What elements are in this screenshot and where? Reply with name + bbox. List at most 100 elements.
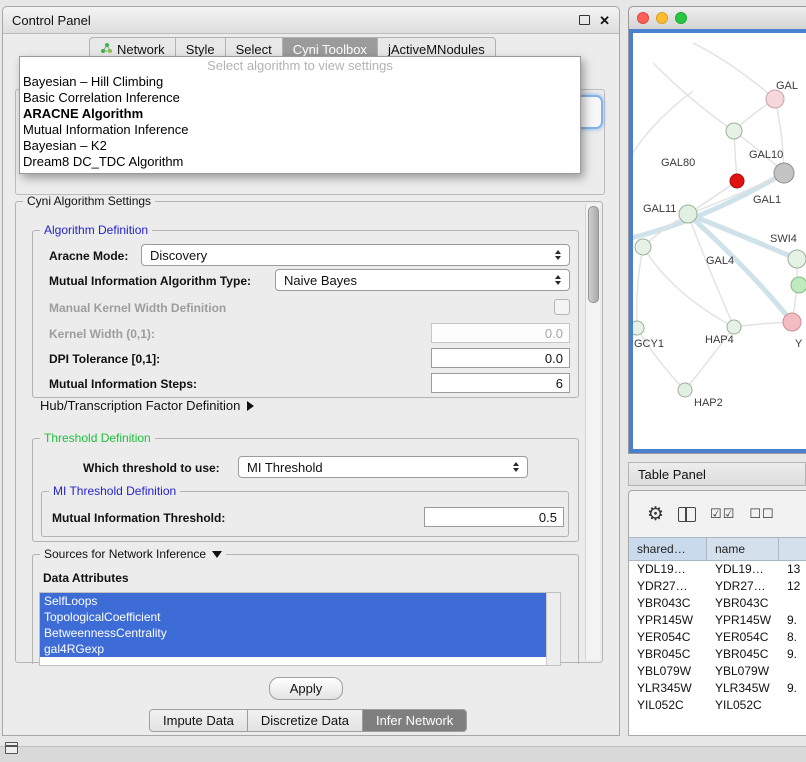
manual-kernel-width-checkbox[interactable]	[554, 299, 570, 315]
table-cell: 13	[779, 561, 806, 578]
algorithm-option[interactable]: Basic Correlation Inference	[20, 90, 580, 106]
which-threshold-combobox[interactable]: MI Threshold	[238, 456, 528, 478]
table-row[interactable]: YPR145WYPR145W9.	[629, 612, 806, 629]
table-cell: YDL19…	[707, 561, 779, 578]
table-cell	[779, 697, 806, 714]
threshold-definition-title: Threshold Definition	[40, 431, 155, 445]
table-body: YDL19…YDL19…13YDR27…YDR27…12YBR043CYBR04…	[629, 561, 806, 736]
cyni-algorithm-settings-group: Cyni Algorithm Settings Algorithm Defini…	[15, 201, 603, 663]
minimize-window-icon[interactable]	[656, 12, 668, 24]
control-panel-window: Control Panel ✕ NetworkStyleSelectCyni T…	[2, 6, 620, 736]
settings-scrollbar[interactable]	[585, 204, 600, 660]
network-node[interactable]	[730, 174, 744, 188]
network-node[interactable]	[774, 163, 794, 183]
restore-panel-icon[interactable]	[5, 742, 18, 754]
table-cell: YER054C	[629, 629, 707, 646]
close-window-icon[interactable]	[637, 12, 649, 24]
network-node[interactable]	[791, 277, 806, 293]
network-graph[interactable]: GALGAL80GAL10GAL11GAL1SWI4GAL4GCY1HAP4HA…	[633, 33, 806, 453]
node-label: HAP2	[694, 397, 723, 409]
tab-discretize-data[interactable]: Discretize Data	[248, 710, 363, 731]
network-node[interactable]	[726, 123, 742, 139]
tab-impute-data[interactable]: Impute Data	[150, 710, 248, 731]
table-row[interactable]: YER054CYER054C8.	[629, 629, 806, 646]
mi-threshold-group: MI Threshold Definition Mutual Informati…	[41, 491, 569, 537]
network-edge	[653, 63, 734, 131]
settings-scrollbar-thumb[interactable]	[588, 206, 599, 303]
attribute-item-selected[interactable]: SelfLoops	[40, 593, 560, 609]
tab-label: Network	[117, 42, 165, 57]
table-cell: 9.	[779, 680, 806, 697]
select-all-columns-icon[interactable]: ☑☑	[710, 506, 735, 522]
attributes-scrollbar[interactable]	[546, 593, 560, 665]
network-node[interactable]	[635, 239, 651, 255]
node-label: GAL11	[643, 203, 676, 215]
node-label: GAL4	[706, 255, 734, 267]
table-row[interactable]: YIL052CYIL052C	[629, 697, 806, 714]
mi-algorithm-type-combobox[interactable]: Naive Bayes	[275, 269, 570, 291]
table-header-row: shared… name	[629, 537, 806, 561]
table-row[interactable]: YBR043CYBR043C	[629, 595, 806, 612]
table-panel-header: Table Panel	[628, 462, 806, 486]
table-panel-window: ⚙ ☑☑ ☐☐ shared… name YDL19…YDL19…13YDR27…	[628, 490, 806, 736]
deselect-all-columns-icon[interactable]: ☐☐	[749, 506, 774, 522]
network-node[interactable]	[783, 313, 801, 331]
network-node[interactable]	[727, 320, 741, 334]
apply-button[interactable]: Apply	[269, 677, 343, 700]
attribute-item-selected[interactable]: TopologicalCoefficient	[40, 609, 560, 625]
column-header-clipped[interactable]	[779, 538, 806, 560]
kernel-width-input[interactable]	[431, 323, 570, 343]
table-toolbar: ⚙ ☑☑ ☐☐	[629, 491, 806, 537]
node-label: SWI4	[770, 233, 797, 245]
table-cell: YPR145W	[629, 612, 707, 629]
algorithm-option[interactable]: Bayesian – K2	[20, 138, 580, 154]
algorithm-option[interactable]: Mutual Information Inference	[20, 122, 580, 138]
mi-threshold-input[interactable]	[424, 507, 564, 527]
table-row[interactable]: YLR345WYLR345W9.	[629, 680, 806, 697]
attribute-item-selected[interactable]: gal4RGexp	[40, 641, 560, 657]
network-node[interactable]	[788, 250, 806, 268]
sources-group-title[interactable]: Sources for Network Inference	[40, 547, 226, 561]
network-canvas[interactable]: GALGAL80GAL10GAL11GAL1SWI4GAL4GCY1HAP4HA…	[629, 29, 806, 453]
data-attributes-list[interactable]: SelfLoopsTopologicalCoefficientBetweenne…	[39, 592, 561, 666]
mi-steps-input[interactable]	[431, 373, 570, 393]
network-node[interactable]	[678, 383, 692, 397]
zoom-window-icon[interactable]	[675, 12, 687, 24]
tab-infer-network[interactable]: Infer Network	[363, 710, 466, 731]
table-cell: YIL052C	[707, 697, 779, 714]
table-cell	[779, 663, 806, 680]
table-cell: YDL19…	[629, 561, 707, 578]
table-row[interactable]: YBR045CYBR045C9.	[629, 646, 806, 663]
close-panel-icon[interactable]: ✕	[599, 14, 610, 27]
desktop: Control Panel ✕ NetworkStyleSelectCyni T…	[0, 0, 806, 762]
sources-title-text: Sources for Network Inference	[44, 547, 206, 561]
tab-label: Cyni Toolbox	[293, 42, 367, 57]
mi-algorithm-type-value: Naive Bayes	[284, 273, 357, 288]
network-tab-icon	[100, 42, 113, 57]
attribute-item-selected[interactable]: BetweennessCentrality	[40, 625, 560, 641]
gear-icon[interactable]: ⚙	[647, 503, 664, 526]
network-node[interactable]	[766, 90, 784, 108]
table-row[interactable]: YDR27…YDR27…12	[629, 578, 806, 595]
table-cell: YBR045C	[629, 646, 707, 663]
columns-icon[interactable]	[678, 507, 696, 522]
table-row[interactable]: YBL079WYBL079W	[629, 663, 806, 680]
table-row[interactable]: YDL19…YDL19…13	[629, 561, 806, 578]
dpi-tolerance-input[interactable]	[431, 348, 570, 368]
table-cell: YDR27…	[707, 578, 779, 595]
combo-stepper-icon	[549, 275, 561, 285]
table-cell: YBR045C	[707, 646, 779, 663]
mi-threshold-label: Mutual Information Threshold:	[52, 511, 225, 525]
network-node[interactable]	[679, 205, 697, 223]
algorithm-option[interactable]: ARACNE Algorithm	[20, 106, 580, 122]
column-header-name[interactable]: name	[707, 538, 779, 560]
network-node[interactable]	[633, 321, 644, 335]
algorithm-option[interactable]: Bayesian – Hill Climbing	[20, 74, 580, 90]
aracne-mode-combobox[interactable]: Discovery	[141, 244, 570, 266]
column-header-shared-name[interactable]: shared…	[629, 538, 707, 560]
algorithm-option[interactable]: Dream8 DC_TDC Algorithm	[20, 154, 580, 170]
float-panel-icon[interactable]	[579, 15, 590, 25]
hub-transcription-section[interactable]: Hub/Transcription Factor Definition	[40, 398, 254, 413]
threshold-definition-group: Threshold Definition Which threshold to …	[32, 438, 579, 542]
network-window-titlebar	[629, 7, 806, 30]
